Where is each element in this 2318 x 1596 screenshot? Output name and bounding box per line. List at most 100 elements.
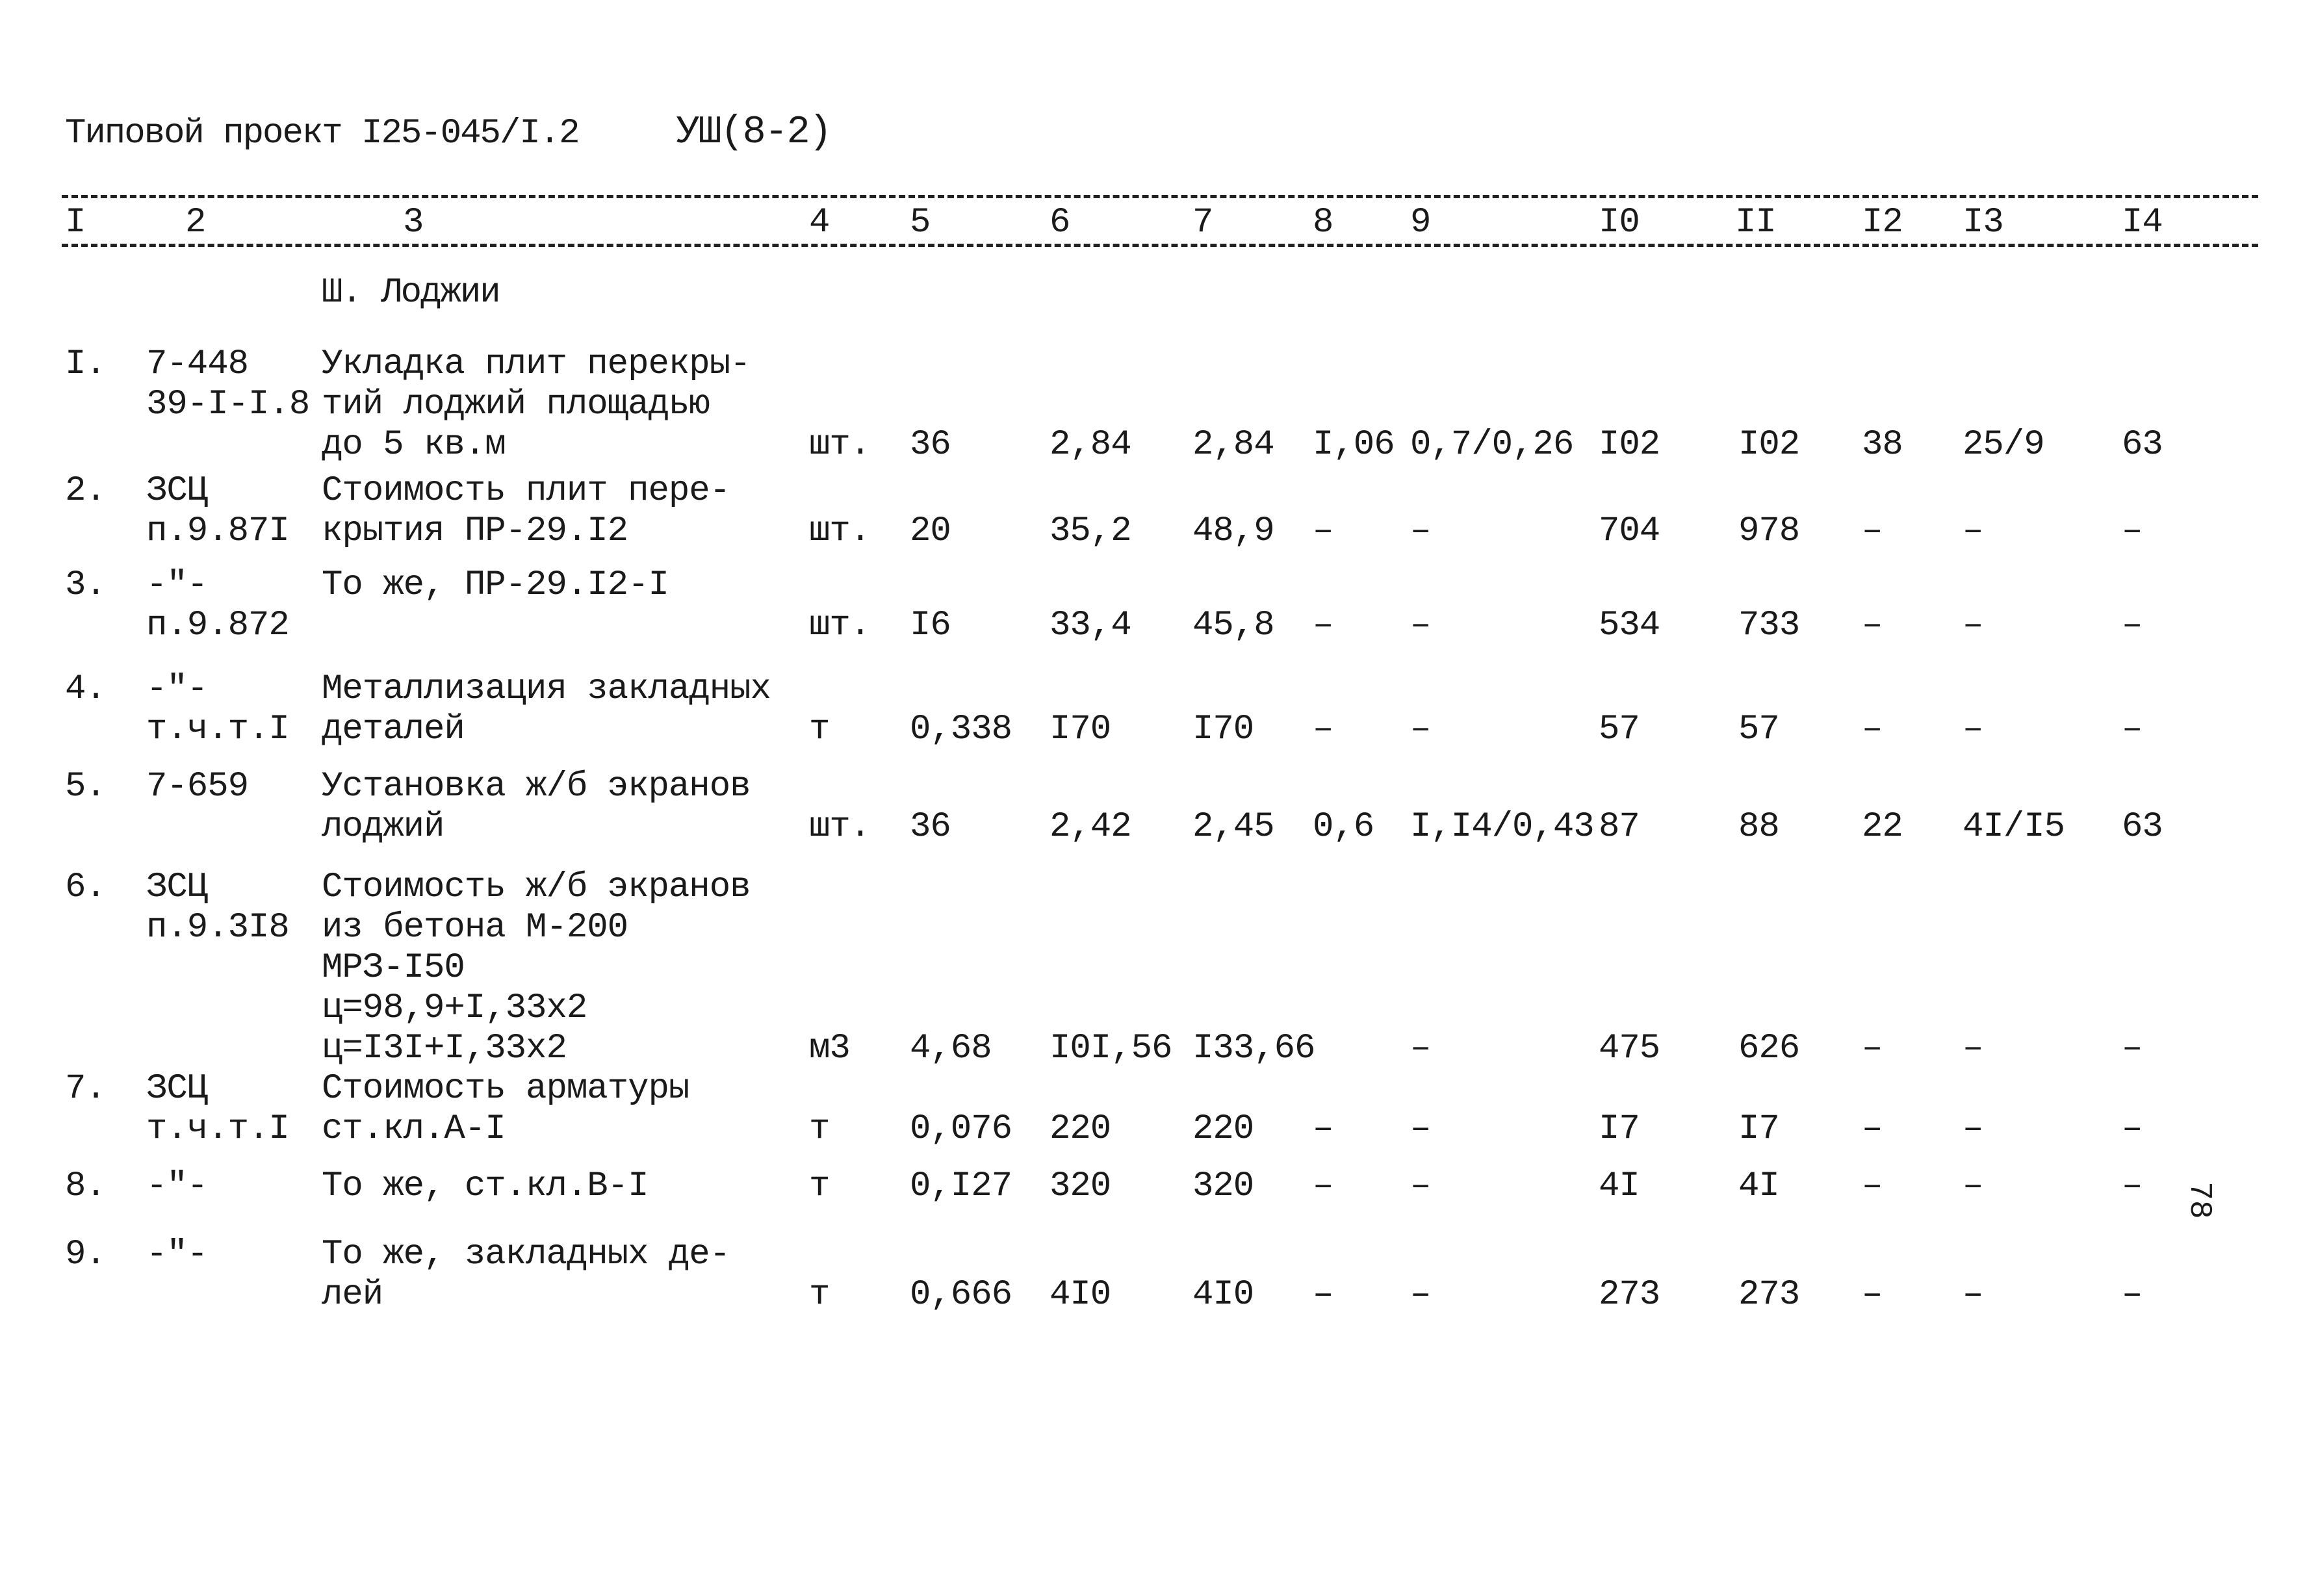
row-value-c8: – <box>1313 511 1333 551</box>
row-value-c7: 48,9 <box>1192 511 1275 551</box>
row-value-c9: – <box>1410 1166 1431 1206</box>
row-value-c11: 273 <box>1738 1275 1800 1315</box>
row-value-qty: 0,666 <box>910 1275 1012 1315</box>
row-code: -"- <box>146 669 208 709</box>
header-top-rule <box>62 195 2258 198</box>
row-value-unit: шт. <box>809 807 871 847</box>
row-description: до 5 кв.м <box>322 425 506 465</box>
row-value-c14: – <box>2122 606 2143 645</box>
row-value-unit: шт. <box>809 511 871 551</box>
row-value-qty: 0,338 <box>910 710 1012 749</box>
row-code: п.9.87I <box>146 511 290 551</box>
row-value-c13: – <box>1963 511 1983 551</box>
row-description: лей <box>322 1275 383 1315</box>
row-value-c11: 88 <box>1738 807 1780 847</box>
row-value-c8: – <box>1313 1275 1333 1315</box>
document-title-line: Типовой проект I25-045/I.2 УШ(8-2) <box>65 110 832 155</box>
row-value-c7: I33,66 <box>1192 1029 1315 1068</box>
row-value-c9: – <box>1410 606 1431 645</box>
row-value-c13: – <box>1963 1275 1983 1315</box>
row-value-c14: – <box>2122 710 2143 749</box>
row-value-qty: 36 <box>910 807 951 847</box>
row-value-c6: 4I0 <box>1050 1275 1111 1315</box>
row-value-c9: – <box>1410 1275 1431 1315</box>
row-value-c6: I70 <box>1050 710 1111 749</box>
row-description: деталей <box>322 710 465 749</box>
row-value-c14: – <box>2122 511 2143 551</box>
row-description: Стоимость арматуры <box>322 1069 689 1109</box>
row-value-c14: 63 <box>2122 425 2163 465</box>
row-value-c6: 220 <box>1050 1109 1111 1149</box>
row-description: тий лоджий площадью <box>322 385 710 424</box>
column-header-13: I3 <box>1963 203 2004 242</box>
row-value-c12: 38 <box>1862 425 1903 465</box>
row-code: п.9.872 <box>146 606 290 645</box>
row-number: 4. <box>65 669 107 709</box>
column-header-10: I0 <box>1599 203 1640 242</box>
row-code: п.9.3I8 <box>146 908 290 947</box>
column-header-4: 4 <box>809 203 830 242</box>
row-value-qty: 36 <box>910 425 951 465</box>
row-value-c10: 534 <box>1599 606 1660 645</box>
row-value-c6: 33,4 <box>1050 606 1132 645</box>
row-description: Установка ж/б экранов <box>322 767 751 806</box>
row-value-c10: 4I <box>1599 1166 1640 1206</box>
row-value-c10: I7 <box>1599 1109 1640 1149</box>
row-value-c12: – <box>1862 606 1883 645</box>
row-code: ЗСЦ <box>146 1069 208 1109</box>
row-code: -"- <box>146 565 208 605</box>
row-value-c6: 35,2 <box>1050 511 1132 551</box>
row-description: То же, закладных де- <box>322 1235 730 1274</box>
row-number: 2. <box>65 471 107 511</box>
row-value-qty: I6 <box>910 606 951 645</box>
row-value-c7: 4I0 <box>1192 1275 1254 1315</box>
row-description: ц=I3I+I,33х2 <box>322 1029 567 1068</box>
row-value-c10: 57 <box>1599 710 1640 749</box>
row-value-c12: – <box>1862 710 1883 749</box>
row-value-c13: – <box>1963 1166 1983 1206</box>
row-value-c14: – <box>2122 1029 2143 1068</box>
row-value-c11: 4I <box>1738 1166 1780 1206</box>
row-value-c12: 22 <box>1862 807 1903 847</box>
column-header-9: 9 <box>1410 203 1431 242</box>
column-header-3: 3 <box>403 203 424 242</box>
row-value-unit: т <box>809 1275 830 1315</box>
row-value-c9: – <box>1410 710 1431 749</box>
row-number: 8. <box>65 1166 107 1206</box>
row-value-c9: I,I4/0,43 <box>1410 807 1595 847</box>
row-code: ЗСЦ <box>146 868 208 907</box>
row-description: МРЗ-I50 <box>322 948 465 988</box>
row-value-qty: 4,68 <box>910 1029 992 1068</box>
page-number-mark: 78 <box>2181 1181 2217 1219</box>
row-value-c12: – <box>1862 1166 1883 1206</box>
row-value-c12: – <box>1862 1109 1883 1149</box>
row-value-c10: 273 <box>1599 1275 1660 1315</box>
project-title: Типовой проект I25-045/I.2 <box>65 114 580 153</box>
row-description: из бетона М-200 <box>322 908 628 947</box>
row-number: 6. <box>65 868 107 907</box>
row-value-c9: – <box>1410 511 1431 551</box>
row-value-c7: 220 <box>1192 1109 1254 1149</box>
row-value-c10: I02 <box>1599 425 1660 465</box>
document-page: Типовой проект I25-045/I.2 УШ(8-2) I23456… <box>0 0 2318 1596</box>
row-value-c10: 475 <box>1599 1029 1660 1068</box>
row-value-c13: 4I/I5 <box>1963 807 2065 847</box>
row-value-c6: 2,42 <box>1050 807 1132 847</box>
row-value-c8: I,06 <box>1313 425 1395 465</box>
row-value-c8: – <box>1313 710 1333 749</box>
row-description: То же, ПР-29.I2-I <box>322 565 669 605</box>
sheet-number: УШ(8-2) <box>676 110 832 155</box>
row-description: То же, ст.кл.В-I <box>322 1166 649 1206</box>
row-value-c14: – <box>2122 1109 2143 1149</box>
row-value-c8: – <box>1313 606 1333 645</box>
row-value-c7: 320 <box>1192 1166 1254 1206</box>
row-value-c13: – <box>1963 1109 1983 1149</box>
row-value-c11: 57 <box>1738 710 1780 749</box>
row-value-c11: 978 <box>1738 511 1800 551</box>
row-value-c13: 25/9 <box>1963 425 2045 465</box>
row-value-unit: шт. <box>809 606 871 645</box>
row-number: 3. <box>65 565 107 605</box>
row-value-unit: т <box>809 710 830 749</box>
row-value-c13: – <box>1963 606 1983 645</box>
row-value-c8: – <box>1313 1166 1333 1206</box>
